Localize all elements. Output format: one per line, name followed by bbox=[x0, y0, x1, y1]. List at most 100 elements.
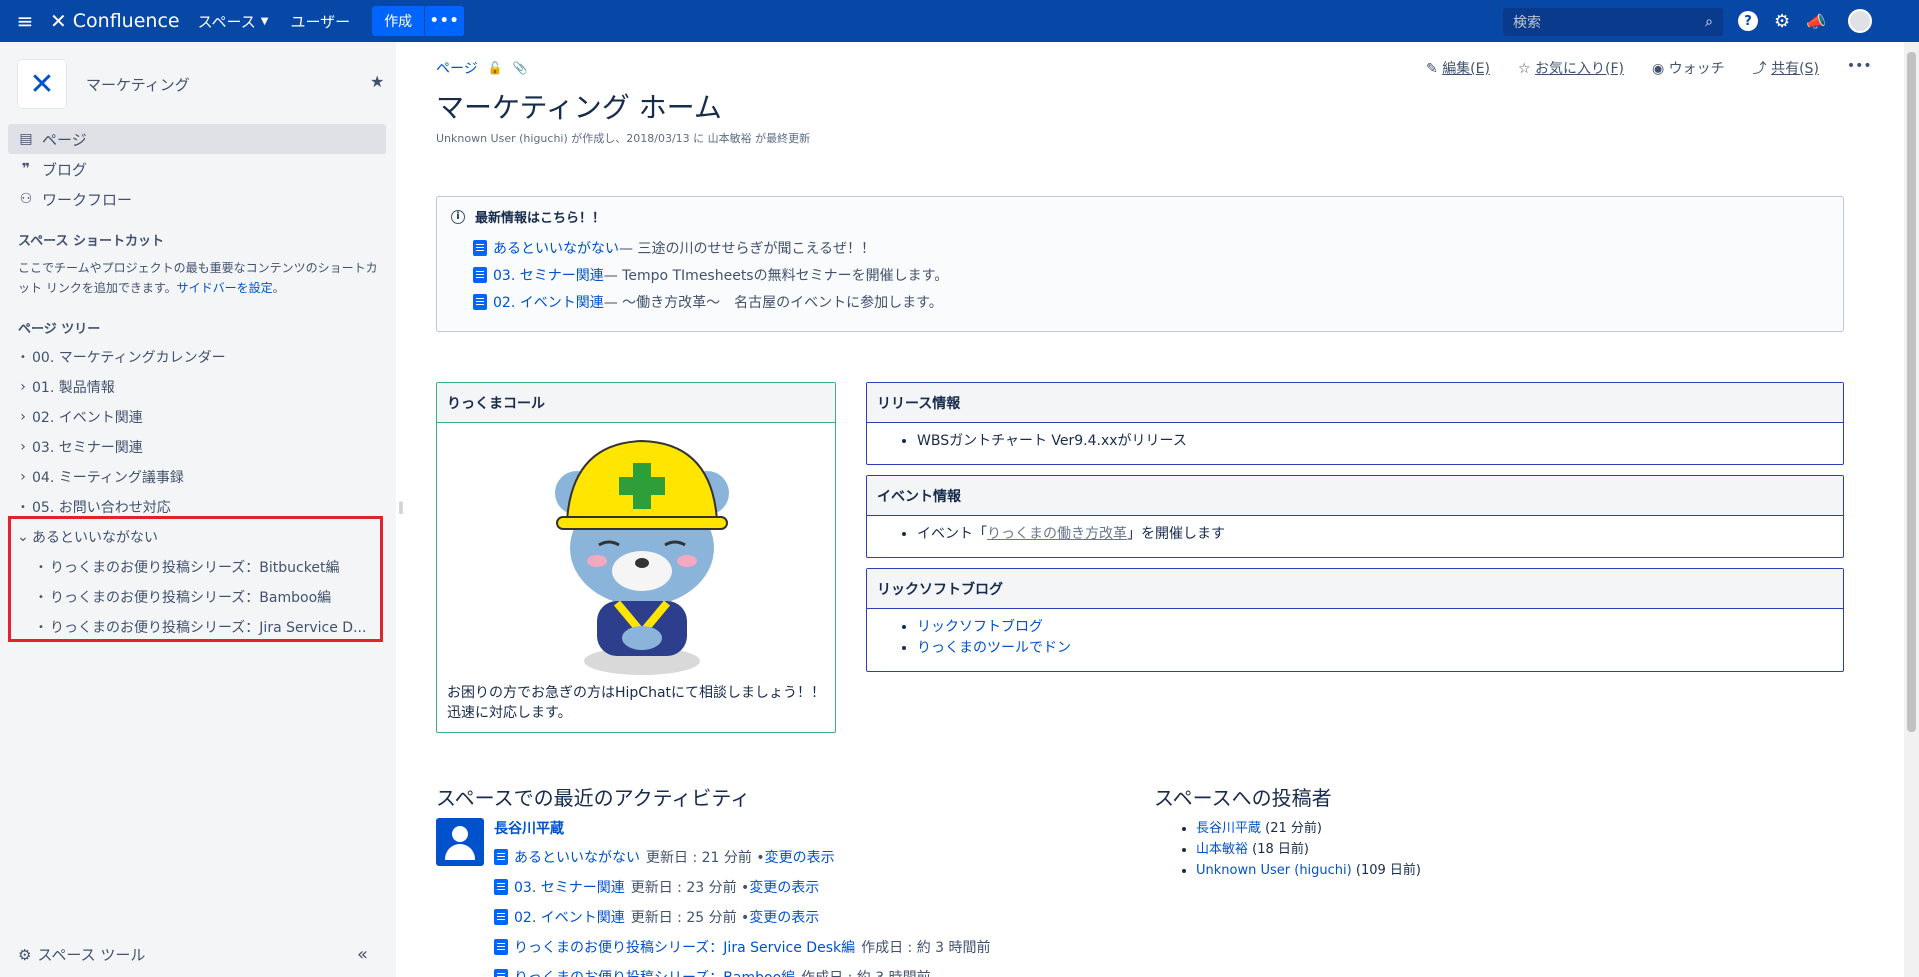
user-avatar[interactable] bbox=[1848, 9, 1873, 33]
sidebar-item-workflow[interactable]: ⚇ ワークフロー bbox=[8, 184, 386, 214]
favorite-button[interactable]: ☆ お気に入り(F) bbox=[1518, 58, 1624, 78]
users-menu[interactable]: ユーザー bbox=[290, 11, 350, 32]
chevron-right-icon[interactable]: › bbox=[14, 379, 32, 395]
avatar[interactable] bbox=[436, 818, 484, 866]
spaces-menu[interactable]: スペース ▼ bbox=[198, 11, 269, 32]
contributor-time: (21 分前) bbox=[1261, 821, 1322, 836]
panel-title: リリース情報 bbox=[867, 383, 1843, 423]
list-item: あるといいながない — 三途の川のせせらぎが聞こえるぜ！！ bbox=[473, 234, 1829, 261]
list-item: WBSガントチャート Ver9.4.xxがリリース bbox=[917, 431, 1843, 452]
page-byline: Unknown User (higuchi) が作成し、2018/03/13 に… bbox=[436, 132, 811, 145]
bullet-icon: • bbox=[20, 501, 26, 513]
configure-sidebar-link[interactable]: サイドバーを設定 bbox=[177, 281, 273, 295]
page-title: マーケティング ホーム bbox=[436, 91, 722, 124]
contributor-link[interactable]: 長谷川平蔵 bbox=[1196, 821, 1261, 836]
blog-link[interactable]: りっくまのツールでドン bbox=[917, 640, 1071, 656]
unlock-icon[interactable]: 🔓 bbox=[488, 61, 503, 75]
watch-label: ウォッチ bbox=[1668, 61, 1725, 77]
activity-page-link[interactable]: 02. イベント関連 bbox=[514, 907, 625, 927]
notifications-icon[interactable]: 📣 bbox=[1806, 12, 1826, 31]
info-panel-title: i 最新情報はこちら！！ bbox=[451, 207, 1829, 226]
more-actions-button[interactable]: ••• bbox=[1847, 58, 1872, 78]
contributor-link[interactable]: Unknown User (higuchi) bbox=[1196, 863, 1352, 878]
create-more-button[interactable]: ••• bbox=[424, 6, 465, 36]
tree-node[interactable]: › 02. イベント関連 bbox=[14, 402, 384, 432]
release-panel: リリース情報 WBSガントチャート Ver9.4.xxがリリース bbox=[866, 382, 1844, 465]
list-item: Unknown User (higuchi) (109 日前) bbox=[1196, 860, 1421, 881]
tree-node[interactable]: • 00. マーケティングカレンダー bbox=[14, 342, 384, 372]
confluence-logo[interactable]: ✕ Confluence bbox=[50, 9, 180, 33]
edit-button[interactable]: ✎ 編集(E) bbox=[1426, 58, 1490, 78]
info-text: — Tempo TImesheetsの無料セミナーを開催します。 bbox=[603, 267, 949, 284]
tree-node-label: 02. イベント関連 bbox=[32, 410, 143, 426]
sidebar-item-pages[interactable]: ▤ ページ bbox=[8, 124, 386, 154]
help-icon[interactable]: ? bbox=[1738, 11, 1758, 31]
view-change-link[interactable]: 変更の表示 bbox=[749, 877, 819, 897]
tree-node[interactable]: › 03. セミナー関連 bbox=[14, 432, 384, 462]
contributors-list: 長谷川平蔵 (21 分前) 山本敏裕 (18 日前) Unknown User … bbox=[1196, 818, 1421, 881]
info-link[interactable]: 02. イベント関連 bbox=[493, 292, 604, 312]
activity-page-link[interactable]: りっくまのお便り投稿シリーズ：Jira Service Desk編 bbox=[514, 937, 855, 957]
release-list: WBSガントチャート Ver9.4.xxがリリース bbox=[917, 431, 1843, 452]
tree-node[interactable]: › 01. 製品情報 bbox=[14, 372, 384, 402]
rikkuma-call-panel: りっくまコール お困りの方でお急ぎの方はHipChatにて相談しましょう！！迅速… bbox=[436, 382, 836, 733]
attachment-icon[interactable]: 📎 bbox=[513, 61, 528, 75]
sidebar-resize-handle[interactable]: ‖ bbox=[398, 500, 404, 514]
edit-label: 編集(E) bbox=[1442, 61, 1490, 77]
share-button[interactable]: ⤴ 共有(S) bbox=[1753, 58, 1819, 78]
space-tools[interactable]: ⚙ スペース ツール « bbox=[18, 944, 368, 965]
breadcrumb-pages-link[interactable]: ページ bbox=[436, 58, 478, 78]
info-link[interactable]: 03. セミナー関連 bbox=[493, 265, 604, 285]
workflow-icon: ⚇ bbox=[19, 191, 33, 207]
create-button[interactable]: 作成 bbox=[372, 6, 425, 36]
info-link[interactable]: あるといいながない bbox=[493, 238, 619, 258]
page-scrollbar[interactable] bbox=[1904, 42, 1919, 977]
page-icon bbox=[494, 909, 508, 925]
contributor-link[interactable]: 山本敏裕 bbox=[1196, 842, 1248, 857]
event-list: イベント「りっくまの働き方改革」を開催します bbox=[917, 524, 1843, 545]
chevron-right-icon[interactable]: › bbox=[14, 439, 32, 455]
gear-icon[interactable]: ⚙ bbox=[1774, 11, 1790, 32]
page-icon bbox=[473, 239, 487, 256]
info-list: あるといいながない — 三途の川のせせらぎが聞こえるぜ！！ 03. セミナー関連… bbox=[473, 234, 1829, 315]
tree-node[interactable]: › 04. ミーティング議事録 bbox=[14, 462, 384, 492]
search-input[interactable]: 検索 ⌕ bbox=[1503, 8, 1723, 36]
activity-page-link[interactable]: 03. セミナー関連 bbox=[514, 877, 625, 897]
view-change-link[interactable]: 変更の表示 bbox=[749, 907, 819, 927]
blog-link[interactable]: リックソフトブログ bbox=[917, 619, 1043, 635]
activity-list: あるといいながない 更新日 : 21 分前 • 変更の表示 03. セミナー関連… bbox=[494, 842, 991, 977]
chevron-right-icon[interactable]: › bbox=[14, 409, 32, 425]
list-item: リックソフトブログ bbox=[917, 617, 1843, 638]
list-item: 長谷川平蔵 (21 分前) bbox=[1196, 818, 1421, 839]
watch-button[interactable]: ◉ ウォッチ bbox=[1652, 58, 1725, 78]
gear-icon: ⚙ bbox=[18, 945, 32, 964]
list-item: イベント「りっくまの働き方改革」を開催します bbox=[917, 524, 1843, 545]
activity-page-link[interactable]: あるといいながない bbox=[514, 847, 640, 867]
list-item: 03. セミナー関連 更新日 : 23 分前 • 変更の表示 bbox=[494, 872, 991, 902]
activity-user-link[interactable]: 長谷川平蔵 bbox=[494, 818, 564, 838]
star-icon[interactable]: ★ bbox=[370, 72, 384, 91]
info-icon: i bbox=[451, 209, 465, 224]
blog-panel: リックソフトブログ リックソフトブログ りっくまのツールでドン bbox=[866, 568, 1844, 672]
view-change-link[interactable]: 変更の表示 bbox=[765, 847, 835, 867]
tree-node-label: 03. セミナー関連 bbox=[32, 440, 143, 456]
search-icon: ⌕ bbox=[1705, 14, 1713, 30]
sidebar-item-label: ブログ bbox=[42, 160, 88, 179]
list-item: あるといいながない 更新日 : 21 分前 • 変更の表示 bbox=[494, 842, 991, 872]
tree-node-label: 04. ミーティング議事録 bbox=[32, 470, 184, 486]
chevron-down-icon: ▼ bbox=[260, 15, 269, 27]
collapse-sidebar-icon[interactable]: « bbox=[357, 944, 368, 965]
bullet-icon: • bbox=[20, 351, 26, 363]
activity-meta: 更新日 : 25 分前 • bbox=[630, 910, 750, 926]
page-icon bbox=[494, 969, 508, 977]
chevron-right-icon[interactable]: › bbox=[14, 469, 32, 485]
event-prefix: イベント「 bbox=[917, 526, 987, 542]
event-link[interactable]: りっくまの働き方改革 bbox=[987, 526, 1127, 542]
space-header[interactable]: ✕ マーケティング bbox=[18, 60, 190, 108]
list-item: 山本敏裕 (18 日前) bbox=[1196, 839, 1421, 860]
scrollbar-thumb[interactable] bbox=[1907, 52, 1916, 732]
activity-page-link[interactable]: りっくまのお便り投稿シリーズ：Bamboo編 bbox=[514, 967, 795, 977]
app-switcher-icon[interactable]: ≡ bbox=[0, 0, 50, 42]
sidebar-item-blog[interactable]: ❞ ブログ bbox=[8, 154, 386, 184]
share-label: 共有(S) bbox=[1771, 61, 1819, 77]
